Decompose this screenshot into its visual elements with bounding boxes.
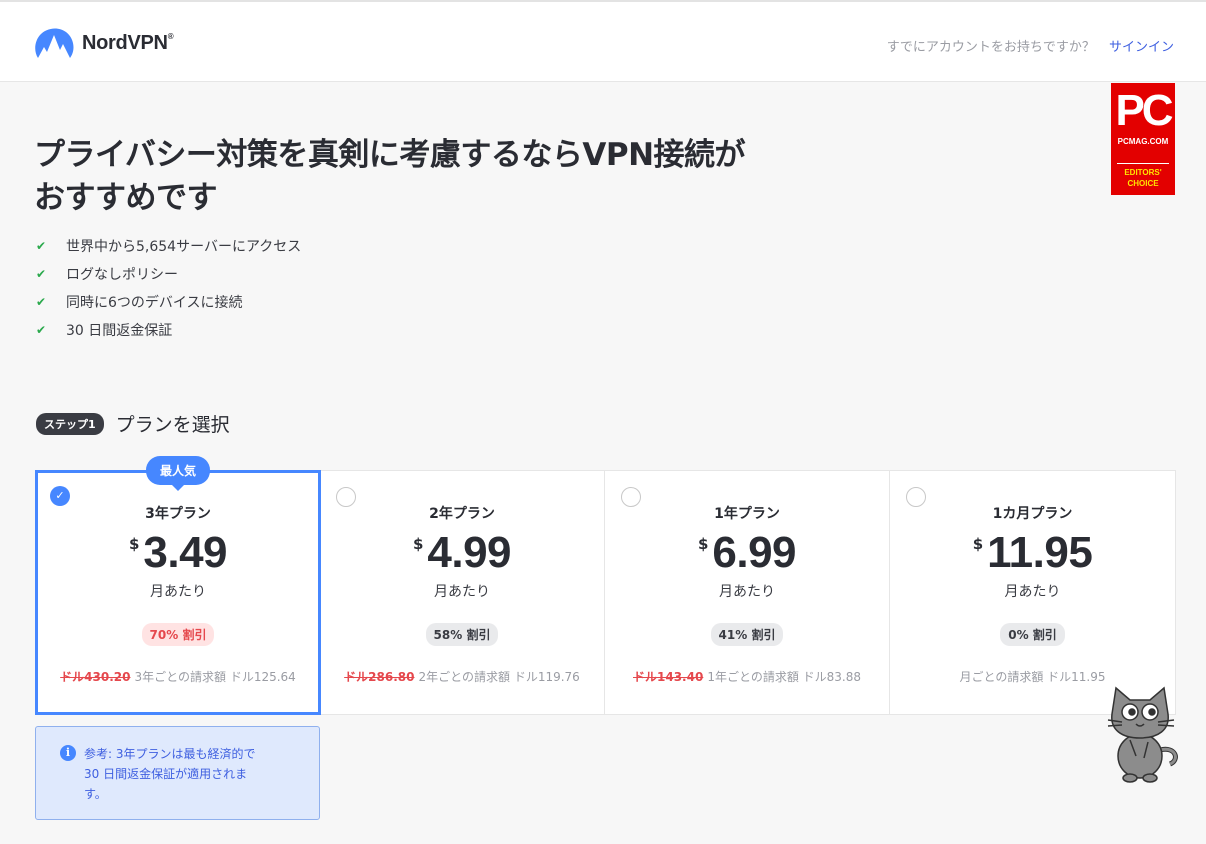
page-headline: プライバシー対策を真剣に考慮するならVPN接続が おすすめです (34, 134, 814, 220)
most-popular-badge: 最人気 (145, 456, 211, 491)
discount-badge: 41% 割引 (710, 623, 784, 646)
billing-info: ドル143.40 1年ごとの請求額 ドル83.88 (605, 668, 889, 685)
original-price: ドル143.40 (633, 670, 704, 684)
feature-text: 世界中から5,654サーバーにアクセス (66, 239, 302, 255)
currency-symbol: $ (128, 535, 140, 553)
signin-area: すでにアカウントをお持ちですか？ サインイン (887, 36, 1174, 55)
pcmag-site-text: PCMAG.COM (1117, 137, 1169, 146)
radio-icon[interactable] (906, 487, 926, 507)
cat-mascot-icon (1107, 686, 1178, 783)
price-period: 月あたり (719, 584, 775, 600)
signin-prompt: すでにアカウントをお持ちですか？ (886, 40, 1095, 55)
price-amount: 4.99 (427, 528, 512, 577)
feature-item: ✔ 世界中から5,654サーバーにアクセス (36, 232, 301, 260)
step-title: プランを選択 (115, 414, 230, 436)
headline-line2: おすすめです (34, 180, 218, 216)
billing-text: 2年ごとの請求額 ドル119.76 (418, 670, 580, 684)
plan-note: i 参考: 3年プランは最も経済的で 30 日間返金保証が適用されます。 (35, 726, 320, 820)
plan-card-1-month[interactable]: 1カ月プラン $ 11.95 月あたり 0% 割引 月ごとの請求額 ドル11.9… (890, 471, 1175, 714)
site-header: NordVPN® すでにアカウントをお持ちですか？ サインイン (0, 0, 1206, 82)
plan-price: $ 11.95 (890, 529, 1175, 577)
billing-text: 3年ごとの請求額 ドル125.64 (134, 670, 296, 684)
price-amount: 11.95 (987, 528, 1093, 577)
brand-name: NordVPN (82, 31, 168, 54)
feature-item: ✔ 同時に6つのデバイスに接続 (36, 288, 301, 316)
feature-list: ✔ 世界中から5,654サーバーにアクセス ✔ ログなしポリシー ✔ 同時に6つのデバ… (36, 232, 301, 344)
check-icon: ✔ (36, 295, 47, 309)
check-icon: ✔ (36, 323, 47, 337)
price-period: 月あたり (434, 584, 490, 600)
billing-text: 月ごとの請求額 ドル11.95 (959, 670, 1106, 684)
step-header: ステップ1 プランを選択 (36, 410, 230, 437)
pcmag-choice-text: EDITORS' CHOICE (1117, 163, 1169, 189)
nordvpn-logo-icon (35, 28, 74, 58)
feature-item: ✔ 30 日間返金保証 (36, 316, 301, 344)
original-price: ドル430.20 (60, 670, 131, 684)
pcmag-choice-line2: CHOICE (1127, 179, 1159, 188)
plan-price: $ 6.99 (605, 529, 889, 577)
info-icon: i (60, 745, 76, 761)
radio-icon[interactable] (336, 487, 356, 507)
billing-info: ドル430.20 3年ごとの請求額 ドル125.64 (38, 668, 318, 685)
radio-selected-icon[interactable]: ✓ (50, 486, 70, 506)
plan-selector: 最人気 ✓ 3年プラン $ 3.49 月あたり 70% 割引 ドル430.20 3… (35, 456, 1176, 715)
feature-text: 30 日間返金保証 (66, 323, 173, 339)
discount-badge: 70% 割引 (141, 623, 215, 646)
plan-name: 3年プラン (145, 506, 211, 522)
check-icon: ✔ (36, 239, 47, 253)
plan-card-2-year[interactable]: 2年プラン $ 4.99 月あたり 58% 割引 ドル286.80 2年ごとの請求… (320, 471, 605, 714)
pcmag-pc-text: PC (1115, 86, 1173, 135)
feature-text: ログなしポリシー (66, 267, 178, 283)
currency-symbol: $ (972, 535, 984, 553)
signin-link[interactable]: サインイン (1109, 40, 1174, 55)
price-amount: 6.99 (712, 528, 797, 577)
billing-info: ドル286.80 2年ごとの請求額 ドル119.76 (320, 668, 604, 685)
check-icon: ✔ (36, 267, 47, 281)
price-amount: 3.49 (143, 528, 228, 577)
plan-name: 1年プラン (714, 506, 780, 522)
plan-card-1-year[interactable]: 1年プラン $ 6.99 月あたり 41% 割引 ドル143.40 1年ごとの請求… (605, 471, 890, 714)
step-badge: ステップ1 (36, 412, 104, 435)
brand-mark: ® (167, 31, 174, 41)
discount-badge: 58% 割引 (425, 623, 499, 646)
feature-item: ✔ ログなしポリシー (36, 260, 301, 288)
price-period: 月あたり (150, 584, 206, 600)
feature-text: 同時に6つのデバイスに接続 (66, 295, 243, 311)
plan-card-3-year[interactable]: 最人気 ✓ 3年プラン $ 3.49 月あたり 70% 割引 ドル430.20 3… (35, 456, 321, 715)
plan-name: 1カ月プラン (992, 506, 1073, 522)
headline-line1: プライバシー対策を真剣に考慮するならVPN接続が (34, 137, 746, 173)
plan-note-text: 参考: 3年プランは最も経済的で 30 日間返金保証が適用されます。 (84, 747, 256, 801)
currency-symbol: $ (412, 535, 424, 553)
nordvpn-logo[interactable]: NordVPN® (34, 26, 174, 60)
pcmag-choice-line1: EDITORS' (1124, 168, 1162, 177)
radio-icon[interactable] (621, 487, 641, 507)
currency-symbol: $ (697, 535, 709, 553)
pcmag-editors-choice-badge: PC PCMAG.COM EDITORS' CHOICE (1111, 83, 1175, 195)
original-price: ドル286.80 (344, 670, 415, 684)
billing-text: 1年ごとの請求額 ドル83.88 (707, 670, 861, 684)
plan-price: $ 4.99 (320, 529, 604, 577)
plan-price: $ 3.49 (38, 529, 318, 577)
plan-name: 2年プラン (429, 506, 495, 522)
price-period: 月あたり (1004, 584, 1061, 600)
discount-badge: 0% 割引 (1000, 623, 1065, 646)
